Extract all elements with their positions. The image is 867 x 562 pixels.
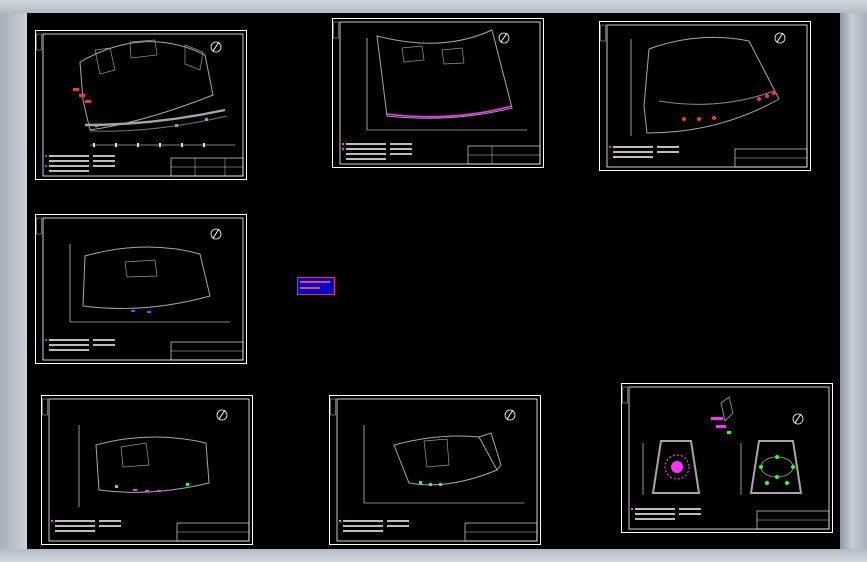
north-arrow-icon [216, 409, 228, 421]
north-arrow-icon [210, 228, 222, 240]
drawing-sheet-5[interactable] [41, 395, 253, 545]
drawing-sheet-7[interactable] [621, 383, 833, 533]
layer-tag-icon[interactable] [297, 277, 335, 295]
north-arrow-icon [792, 413, 804, 425]
north-arrow-icon [774, 32, 786, 44]
north-arrow-icon [498, 32, 510, 44]
drawing-sheet-1[interactable] [35, 30, 247, 180]
window-left-frame [0, 13, 27, 549]
window-top-frame [0, 0, 867, 13]
north-arrow-icon [210, 41, 222, 53]
drawing-sheet-3[interactable] [599, 21, 811, 171]
vertical-scrollbar[interactable] [840, 13, 867, 549]
drawing-sheet-2[interactable] [332, 18, 544, 168]
window-bottom-frame [0, 549, 867, 562]
drawing-sheet-6[interactable] [329, 395, 541, 545]
north-arrow-icon [504, 409, 516, 421]
drawing-sheet-4[interactable] [35, 214, 247, 364]
